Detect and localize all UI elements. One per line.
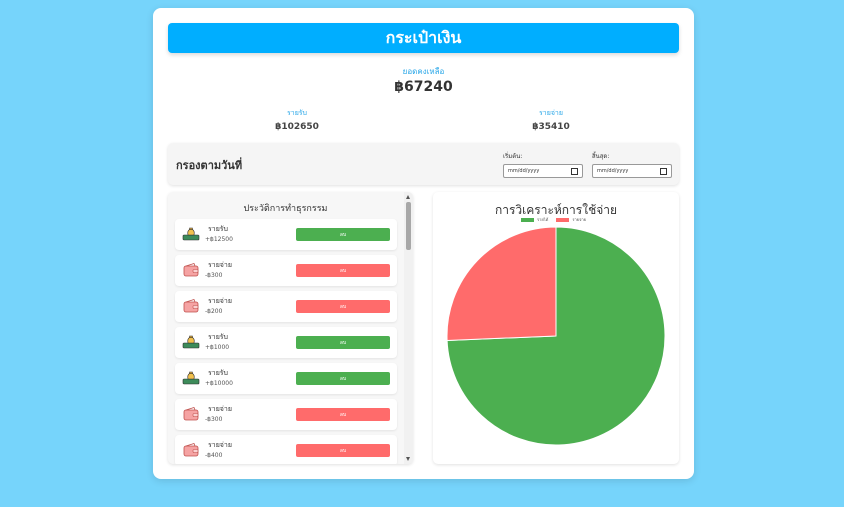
income-summary: รายรับ ฿102650 — [237, 108, 357, 132]
transaction-row: รายรับ +฿10000 ลบ — [175, 363, 397, 394]
end-date-group: สิ้นสุด: mm/dd/yyyy — [592, 151, 672, 178]
transaction-amount: -฿200 — [205, 308, 223, 315]
delete-transaction-button[interactable]: ลบ — [296, 444, 390, 457]
filter-title: กรองตามวันที่ — [176, 159, 243, 172]
delete-transaction-button[interactable]: ลบ — [296, 300, 390, 313]
expense-summary: รายจ่าย ฿35410 — [491, 108, 611, 132]
end-date-label: สิ้นสุด: — [592, 153, 610, 160]
pie-slice-expense[interactable] — [446, 226, 557, 341]
expense-value: ฿35410 — [532, 122, 570, 132]
transaction-row: รายจ่าย -฿300 ลบ — [175, 399, 397, 430]
transaction-amount: +฿10000 — [205, 380, 233, 387]
wallet-icon — [182, 298, 200, 314]
transaction-type: รายจ่าย — [208, 297, 232, 305]
income-value: ฿102650 — [275, 122, 319, 132]
wallet-card: กระเป๋าเงิน ยอดคงเหลือ ฿67240 รายรับ ฿10… — [153, 8, 694, 479]
pie-chart — [446, 226, 666, 446]
calendar-icon[interactable] — [571, 167, 578, 175]
delete-transaction-button[interactable]: ลบ — [296, 264, 390, 277]
expense-label: รายจ่าย — [539, 109, 563, 117]
spending-chart-panel: การวิเคราะห์การใช้จ่าย รายได้ รายจ่าย — [433, 192, 679, 464]
app-title: กระเป๋าเงิน — [168, 23, 679, 53]
transaction-type: รายจ่าย — [208, 261, 232, 269]
balance-label: ยอดคงเหลือ — [402, 67, 445, 76]
transaction-amount: -฿300 — [205, 272, 223, 279]
calendar-icon[interactable] — [660, 167, 667, 175]
transaction-history-panel: ประวัติการทำธุรกรรม รายรับ +฿12500 ลบ รายจ่… — [168, 192, 413, 464]
transaction-type: รายจ่าย — [208, 405, 232, 413]
delete-transaction-button[interactable]: ลบ — [296, 228, 390, 241]
money-bag-icon — [182, 226, 200, 242]
start-date-placeholder: mm/dd/yyyy — [508, 168, 540, 174]
balance-value: ฿67240 — [394, 79, 453, 95]
money-bag-icon — [182, 334, 200, 350]
transaction-amount: +฿12500 — [205, 236, 233, 243]
history-scrollbar[interactable] — [404, 192, 413, 464]
end-date-placeholder: mm/dd/yyyy — [597, 168, 629, 174]
transaction-list: รายรับ +฿12500 ลบ รายจ่าย -฿300 ลบ รายจ่าย -฿20… — [175, 219, 397, 464]
transaction-type: รายจ่าย — [208, 441, 232, 449]
delete-transaction-button[interactable]: ลบ — [296, 336, 390, 349]
history-title: ประวัติการทำธุรกรรม — [243, 204, 328, 214]
income-label: รายรับ — [287, 109, 307, 117]
date-filter-panel: กรองตามวันที่ เริ่มต้น: mm/dd/yyyy สิ้นส… — [168, 143, 679, 185]
transaction-amount: -฿300 — [205, 416, 223, 423]
transaction-type: รายรับ — [208, 225, 228, 233]
transaction-row: รายรับ +฿12500 ลบ — [175, 219, 397, 250]
transaction-row: รายรับ +฿1000 ลบ — [175, 327, 397, 358]
scroll-thumb[interactable] — [406, 202, 411, 250]
transaction-type: รายรับ — [208, 333, 228, 341]
wallet-icon — [182, 262, 200, 278]
money-bag-icon — [182, 370, 200, 386]
wallet-icon — [182, 406, 200, 422]
scroll-up-arrow-icon[interactable] — [406, 195, 410, 199]
transaction-amount: -฿400 — [205, 452, 223, 459]
transaction-row: รายจ่าย -฿300 ลบ — [175, 255, 397, 286]
transaction-type: รายรับ — [208, 369, 228, 377]
delete-transaction-button[interactable]: ลบ — [296, 372, 390, 385]
start-date-input[interactable]: mm/dd/yyyy — [503, 164, 583, 178]
scroll-down-arrow-icon[interactable] — [406, 457, 410, 461]
transaction-amount: +฿1000 — [205, 344, 230, 351]
delete-transaction-button[interactable]: ลบ — [296, 408, 390, 421]
transaction-row: รายจ่าย -฿400 ลบ — [175, 435, 397, 464]
start-date-label: เริ่มต้น: — [503, 153, 523, 160]
start-date-group: เริ่มต้น: mm/dd/yyyy — [503, 151, 583, 178]
end-date-input[interactable]: mm/dd/yyyy — [592, 164, 672, 178]
wallet-icon — [182, 442, 200, 458]
transaction-row: รายจ่าย -฿200 ลบ — [175, 291, 397, 322]
